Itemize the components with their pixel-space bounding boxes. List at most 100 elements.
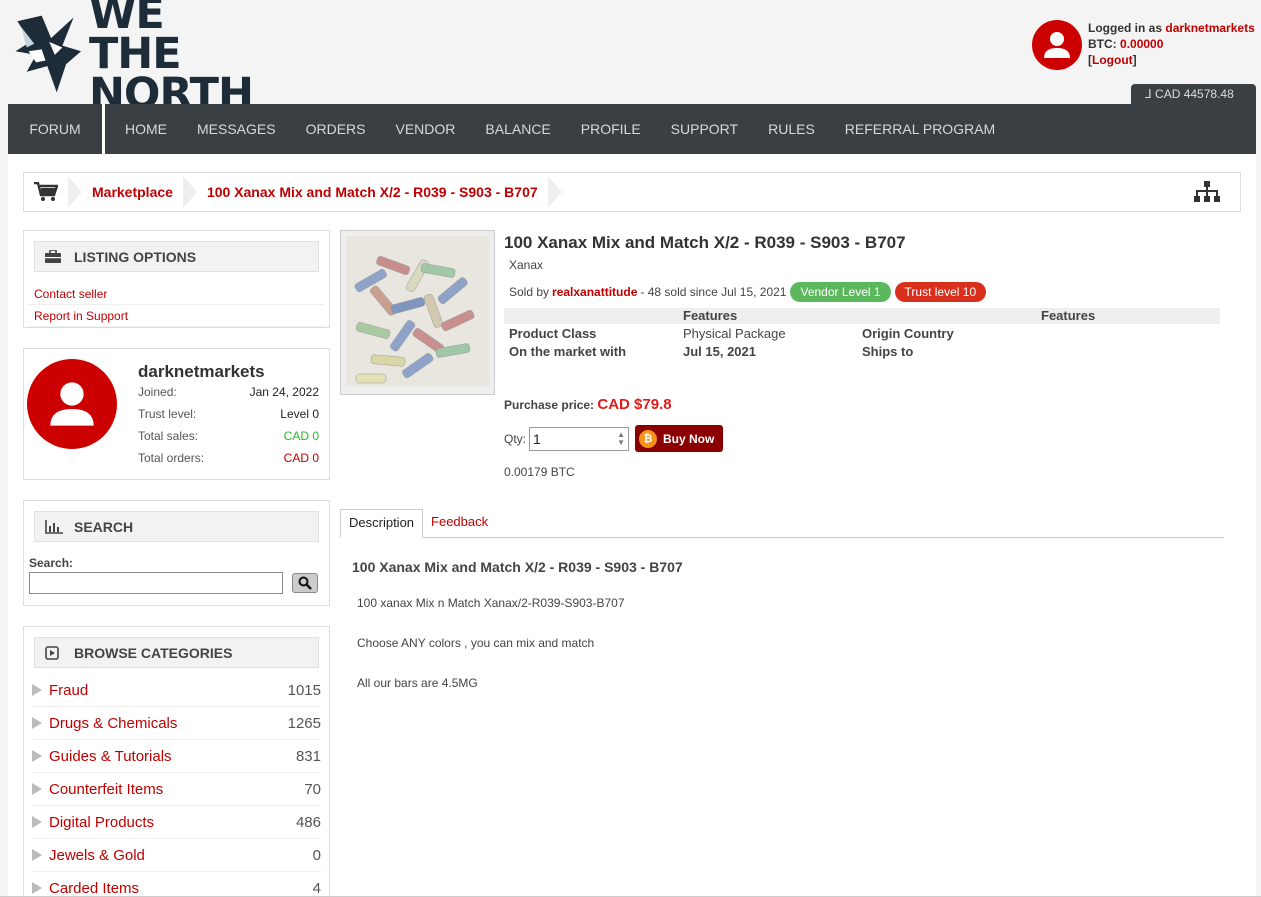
username-link[interactable]: darknetmarkets xyxy=(1165,21,1254,35)
categories-title: BROWSE CATEGORIES xyxy=(74,644,233,661)
product-image[interactable] xyxy=(340,230,495,395)
categories-header: BROWSE CATEGORIES xyxy=(34,637,319,668)
listing-tabs: Description Feedback xyxy=(340,509,1224,538)
nav-support[interactable]: SUPPORT xyxy=(656,104,753,154)
category-item[interactable]: Drugs & Chemicals 1265 xyxy=(32,707,321,740)
cad-balance-tab: ⅃ CAD 44578.48 xyxy=(1131,84,1256,104)
nav-home[interactable]: HOME xyxy=(110,104,182,154)
btc-price: 0.00179 BTC xyxy=(504,465,575,479)
search-button[interactable] xyxy=(292,573,318,593)
site-logo[interactable]: WE THE NORTH xyxy=(8,0,258,116)
on-market-value: Jul 15, 2021 xyxy=(683,343,756,359)
main-content: Marketplace 100 Xanax Mix and Match X/2 … xyxy=(8,154,1256,897)
logout-link[interactable]: Logout xyxy=(1092,53,1133,67)
nav-rules[interactable]: RULES xyxy=(753,104,830,154)
listing-options-title: LISTING OPTIONS xyxy=(74,248,197,265)
product-class-label: Product Class xyxy=(509,325,597,341)
bar-chart-icon xyxy=(45,519,65,534)
origin-country-label: Origin Country xyxy=(862,325,954,341)
nav-messages[interactable]: MESSAGES xyxy=(182,104,291,154)
features-heading: Features xyxy=(1041,308,1096,323)
profile-box: darknetmarkets Joined: Jan 24, 2022 Trust… xyxy=(23,348,330,480)
category-name[interactable]: Jewels & Gold xyxy=(49,847,145,864)
tab-description[interactable]: Description xyxy=(340,509,424,538)
spinner-arrows-icon[interactable]: ▲ ▼ xyxy=(617,430,625,447)
breadcrumb-marketplace[interactable]: Marketplace xyxy=(92,184,173,200)
briefcase-icon xyxy=(45,250,65,263)
features-row: Product Class Physical Package Origin Co… xyxy=(504,324,1220,342)
vendor-link[interactable]: realxanattitude xyxy=(552,285,637,299)
search-label: Search: xyxy=(29,556,74,570)
buy-now-button[interactable]: ₿ Buy Now xyxy=(635,425,724,452)
breadcrumb-listing[interactable]: 100 Xanax Mix and Match X/2 - R039 - S90… xyxy=(207,184,538,200)
category-arrow-icon xyxy=(32,849,42,861)
description-line: 100 xanax Mix n Match Xanax/2-R039-S903-… xyxy=(357,596,625,610)
quantity-stepper[interactable]: 1 ▲ ▼ xyxy=(529,426,630,451)
category-arrow-icon xyxy=(32,717,42,729)
contact-seller-link[interactable]: Contact seller xyxy=(34,287,107,301)
nav-referral-program[interactable]: REFERRAL PROGRAM xyxy=(830,104,1010,154)
cad-balance: CAD 44578.48 xyxy=(1155,87,1234,101)
profile-orders-label: Total orders: xyxy=(138,451,205,465)
nav-profile[interactable]: PROFILE xyxy=(566,104,656,154)
profile-joined-label: Joined: xyxy=(138,385,177,399)
sitemap-icon[interactable] xyxy=(1194,181,1220,208)
category-item[interactable]: Jewels & Gold 0 xyxy=(32,839,321,872)
category-arrow-icon xyxy=(32,684,42,696)
search-icon xyxy=(298,576,312,590)
search-input[interactable] xyxy=(29,572,283,594)
category-item[interactable]: Carded Items 4 xyxy=(32,872,321,897)
category-name[interactable]: Guides & Tutorials xyxy=(49,748,172,765)
logo-text: WE THE NORTH xyxy=(88,0,258,116)
category-arrow-icon xyxy=(32,816,42,828)
user-avatar[interactable] xyxy=(1032,20,1082,70)
user-info: Logged in as darknetmarkets BTC: 0.00000… xyxy=(1088,20,1255,70)
profile-orders-row: Total orders: CAD 0 xyxy=(138,451,319,465)
profile-orders-value: CAD 0 xyxy=(283,451,319,465)
search-box: SEARCH Search: xyxy=(23,500,330,606)
category-count: 4 xyxy=(312,879,321,897)
search-title: SEARCH xyxy=(74,518,134,535)
category-item[interactable]: Fraud 1015 xyxy=(32,674,321,707)
purchase-price: Purchase price: CAD $79.8 xyxy=(504,396,672,413)
corner-icon: ⅃ xyxy=(1145,87,1152,101)
user-icon xyxy=(1044,32,1070,58)
features-row: On the market with Jul 15, 2021 Ships to xyxy=(504,342,1220,360)
profile-joined-row: Joined: Jan 24, 2022 xyxy=(138,385,319,399)
category-name[interactable]: Carded Items xyxy=(49,880,139,897)
sold-by-row: Sold by realxanattitude - 48 sold since … xyxy=(509,282,987,302)
nav-orders[interactable]: ORDERS xyxy=(291,104,381,154)
profile-trust-value: Level 0 xyxy=(280,407,319,421)
qty-value: 1 xyxy=(533,430,541,447)
features-header: Features Features xyxy=(504,308,1220,324)
categories-box: BROWSE CATEGORIES Fraud 1015 Drugs & Chem… xyxy=(23,626,330,897)
ships-to-label: Ships to xyxy=(862,343,914,359)
nav-balance[interactable]: BALANCE xyxy=(470,104,565,154)
report-support-link[interactable]: Report in Support xyxy=(34,309,128,323)
category-item[interactable]: Guides & Tutorials 831 xyxy=(32,740,321,773)
profile-avatar[interactable] xyxy=(27,359,117,449)
listing-subcategory: Xanax xyxy=(509,258,544,272)
bitcoin-icon: ₿ xyxy=(639,429,658,448)
breadcrumb-separator xyxy=(547,176,562,208)
logo-text-line1: WE THE xyxy=(88,0,182,79)
btc-label: BTC: xyxy=(1088,37,1117,51)
purchase-price-label: Purchase price: xyxy=(504,398,595,412)
cart-icon[interactable] xyxy=(24,182,68,202)
category-item[interactable]: Counterfeit Items 70 xyxy=(32,773,321,806)
tab-feedback[interactable]: Feedback xyxy=(423,509,496,537)
play-square-icon xyxy=(45,645,65,660)
profile-name: darknetmarkets xyxy=(138,362,265,381)
listing-options-header: LISTING OPTIONS xyxy=(34,241,319,272)
category-name[interactable]: Fraud xyxy=(49,682,88,699)
category-name[interactable]: Counterfeit Items xyxy=(49,781,163,798)
sold-by-label: Sold by xyxy=(509,285,550,299)
purchase-price-value: CAD $79.8 xyxy=(597,396,672,413)
nav-vendor[interactable]: VENDOR xyxy=(381,104,471,154)
category-item[interactable]: Digital Products 486 xyxy=(32,806,321,839)
quantity-row: Qty: 1 ▲ ▼ ₿ Buy Now xyxy=(504,425,724,452)
category-name[interactable]: Drugs & Chemicals xyxy=(49,715,177,732)
main-nav: FORUM HOME MESSAGES ORDERS VENDOR BALANC… xyxy=(8,104,1256,154)
nav-forum[interactable]: FORUM xyxy=(8,104,105,154)
category-name[interactable]: Digital Products xyxy=(49,814,154,831)
